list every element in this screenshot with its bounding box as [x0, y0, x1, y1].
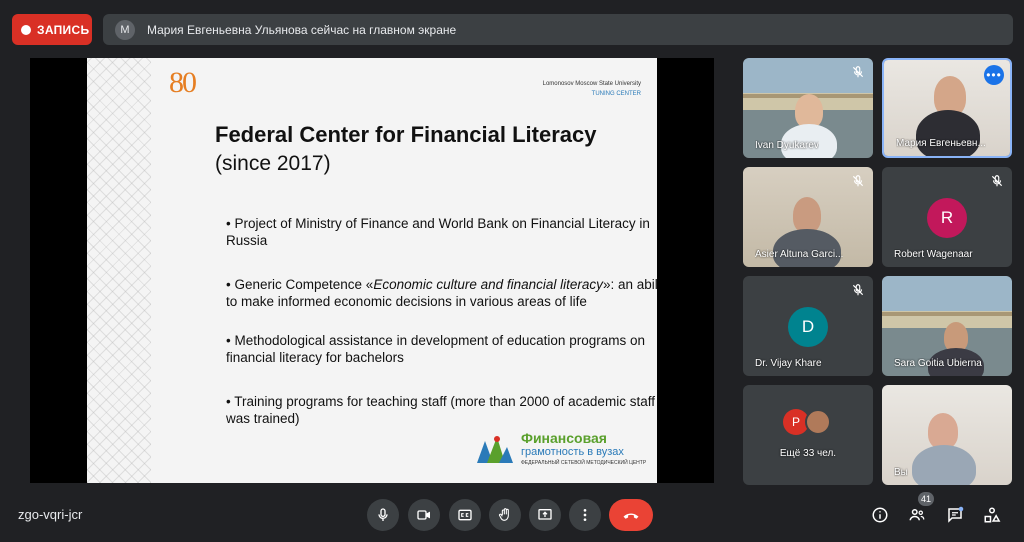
- mic-button[interactable]: [367, 499, 399, 531]
- participant-face: [795, 94, 823, 128]
- info-button[interactable]: [868, 503, 892, 527]
- presentation-area: 80 Lomonosov Moscow State University TUN…: [30, 58, 714, 483]
- activities-icon: [984, 507, 1001, 523]
- captions-icon: [458, 509, 472, 521]
- participant-face: [793, 197, 821, 233]
- present-icon: [538, 509, 552, 520]
- participant-shirt: [912, 445, 976, 485]
- camera-button[interactable]: [408, 499, 440, 531]
- bullet-1: • Project of Ministry of Finance and Wor…: [226, 216, 650, 248]
- end-call-icon: [623, 513, 639, 519]
- participant-name: Sara Goitia Ubierna: [894, 358, 982, 369]
- slide-pattern: [87, 58, 151, 483]
- avatar: D: [788, 307, 828, 347]
- participant-tile[interactable]: D Dr. Vijay Khare: [743, 276, 873, 376]
- bullet-2: • Generic Competence «Economic culture a…: [226, 277, 657, 309]
- self-tile[interactable]: Вы: [882, 385, 1012, 485]
- more-options-button[interactable]: [569, 499, 601, 531]
- avatar: R: [927, 198, 967, 238]
- mic-off-icon: [852, 175, 864, 187]
- participant-tile[interactable]: Sara Goitia Ubierna: [882, 276, 1012, 376]
- people-button[interactable]: [905, 503, 929, 527]
- chat-icon: [948, 506, 964, 523]
- more-participants-tile[interactable]: P Ещё 33 чел.: [743, 385, 873, 485]
- mic-off-icon: [852, 66, 864, 78]
- participant-tile[interactable]: Asier Altuna Garci...: [743, 167, 873, 267]
- notice-text: Мария Евгеньевна Ульянова сейчас на глав…: [147, 22, 457, 37]
- end-call-button[interactable]: [609, 499, 653, 531]
- notice-avatar: М: [115, 19, 135, 40]
- activities-button[interactable]: [980, 503, 1004, 527]
- captions-button[interactable]: [449, 499, 481, 531]
- chat-button[interactable]: [943, 503, 967, 527]
- present-button[interactable]: [529, 499, 561, 531]
- bullet-4: • Training programs for teaching staff (…: [226, 394, 655, 426]
- mic-off-icon: [852, 284, 864, 296]
- logo-title-1: Финансовая: [521, 430, 607, 446]
- participant-name: Dr. Vijay Khare: [755, 358, 822, 369]
- avatar-photo: [805, 409, 831, 435]
- mic-icon: [378, 508, 388, 521]
- slide-title: Federal Center for Financial Literacy: [215, 122, 597, 147]
- anniversary-logo: 80: [169, 66, 197, 99]
- record-button[interactable]: ЗАПИСЬ: [12, 14, 92, 45]
- participant-name: Asier Altuna Garci...: [755, 249, 844, 260]
- bullet-3: • Methodological assistance in developme…: [226, 333, 645, 365]
- logo-subtitle: ФЕДЕРАЛЬНЫЙ СЕТЕВОЙ МЕТОДИЧЕСКИЙ ЦЕНТР: [521, 460, 647, 466]
- financial-literacy-logo-icon: [477, 436, 513, 463]
- center-name: TUNING CENTER: [591, 91, 641, 97]
- participant-name: Вы: [894, 467, 908, 478]
- participant-tile[interactable]: R Robert Wagenaar: [882, 167, 1012, 267]
- more-options-icon[interactable]: •••: [984, 65, 1004, 85]
- participant-name: Ivan Dyukarev: [755, 140, 819, 151]
- info-icon: [872, 507, 888, 523]
- record-dot-icon: [21, 24, 31, 35]
- logo-title-2: грамотность в вузах: [521, 446, 624, 458]
- camera-icon: [417, 510, 430, 520]
- slide-subtitle: (since 2017): [215, 152, 331, 175]
- participant-face: [928, 413, 958, 449]
- presenting-notice: М Мария Евгеньевна Ульянова сейчас на гл…: [103, 14, 1013, 45]
- mic-off-icon: [991, 175, 1003, 187]
- university-name: Lomonosov Moscow State University: [542, 81, 641, 87]
- participant-name: Мария Евгеньевн...: [896, 138, 986, 149]
- slide: 80 Lomonosov Moscow State University TUN…: [87, 58, 657, 483]
- meeting-code: zgo-vqri-jcr: [18, 507, 83, 522]
- record-label: ЗАПИСЬ: [37, 22, 90, 37]
- people-icon: [909, 509, 925, 521]
- raise-hand-button[interactable]: [489, 499, 521, 531]
- raise-hand-icon: [498, 508, 509, 521]
- participant-name: Robert Wagenaar: [894, 249, 973, 260]
- more-participants-label: Ещё 33 чел.: [779, 448, 837, 459]
- participant-tile-active[interactable]: ••• Мария Евгеньевн...: [882, 58, 1012, 158]
- more-options-icon: [583, 509, 587, 521]
- participant-count-badge: 41: [918, 492, 935, 506]
- participant-shirt: [773, 229, 841, 267]
- participant-shirt: [916, 110, 980, 156]
- participant-tile[interactable]: Ivan Dyukarev: [743, 58, 873, 158]
